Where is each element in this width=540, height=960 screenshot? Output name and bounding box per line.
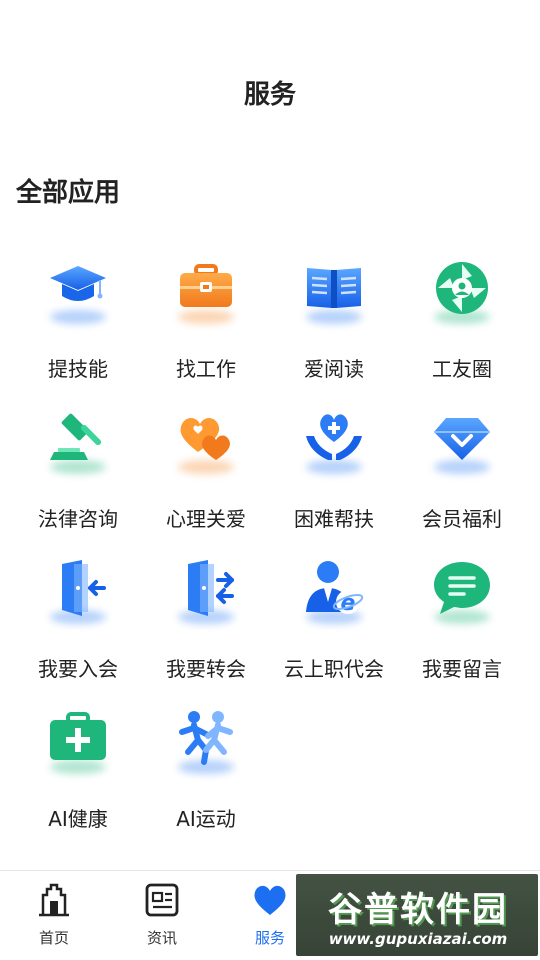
door-transfer-icon [176, 558, 236, 618]
app-mental-care[interactable]: 心理关爱 [142, 400, 270, 550]
app-label: 工友圈 [432, 357, 492, 381]
app-workmates[interactable]: 工友圈 [398, 250, 526, 400]
header: 服务 [0, 0, 540, 150]
app-transfer-union[interactable]: 我要转会 [142, 550, 270, 700]
news-icon [145, 883, 179, 917]
app-ai-sports[interactable]: AI运动 [142, 700, 270, 850]
app-label: 我要入会 [38, 657, 118, 681]
app-label: 我要转会 [166, 657, 246, 681]
watermark: 谷普软件园 www.gupuxiazai.com [296, 874, 538, 956]
tab-home[interactable]: 首页 [0, 871, 108, 960]
app-label: 云上职代会 [284, 657, 384, 681]
helping-hands-icon [304, 408, 364, 468]
app-leave-message[interactable]: 我要留言 [398, 550, 526, 700]
page-title: 服务 [243, 80, 296, 110]
app-ai-health[interactable]: AI健康 [14, 700, 142, 850]
app-reading[interactable]: 爱阅读 [270, 250, 398, 400]
diamond-icon [432, 408, 492, 468]
app-legal[interactable]: 法律咨询 [14, 400, 142, 550]
watermark-url: www.gupuxiazai.com [328, 930, 508, 948]
app-cloud-congress[interactable]: e 云上职代会 [270, 550, 398, 700]
home-gate-icon [37, 883, 71, 917]
section-title: 全部应用 [16, 178, 121, 208]
graduation-cap-icon [48, 258, 108, 318]
tab-label: 资讯 [146, 929, 177, 947]
app-label: 法律咨询 [38, 507, 118, 531]
app-label: AI运动 [176, 807, 236, 831]
door-enter-icon [48, 558, 108, 618]
tab-label: 首页 [38, 929, 69, 947]
app-label: 我要留言 [422, 657, 502, 681]
app-label: 爱阅读 [304, 357, 364, 381]
app-label: 提技能 [48, 357, 108, 381]
app-label: 困难帮扶 [294, 507, 374, 531]
hearts-icon [176, 408, 236, 468]
chat-bubble-icon [432, 558, 492, 618]
tab-news[interactable]: 资讯 [108, 871, 216, 960]
app-jobs[interactable]: 找工作 [142, 250, 270, 400]
app-label: 找工作 [176, 357, 236, 381]
briefcase-icon [176, 258, 236, 318]
app-join-union[interactable]: 我要入会 [14, 550, 142, 700]
app-label: AI健康 [48, 807, 108, 831]
app-hardship-aid[interactable]: 困难帮扶 [270, 400, 398, 550]
medical-kit-icon [48, 708, 108, 768]
app-member-benefits[interactable]: 会员福利 [398, 400, 526, 550]
app-label: 心理关爱 [166, 507, 246, 531]
watermark-text: 谷普软件园 [328, 890, 508, 930]
heart-icon [253, 883, 287, 917]
app-label: 会员福利 [422, 507, 502, 531]
gavel-icon [48, 408, 108, 468]
book-icon [304, 258, 364, 318]
app-skills[interactable]: 提技能 [14, 250, 142, 400]
running-people-icon [176, 708, 236, 768]
camera-aperture-icon [432, 258, 492, 318]
person-ie-icon: e [304, 558, 364, 618]
